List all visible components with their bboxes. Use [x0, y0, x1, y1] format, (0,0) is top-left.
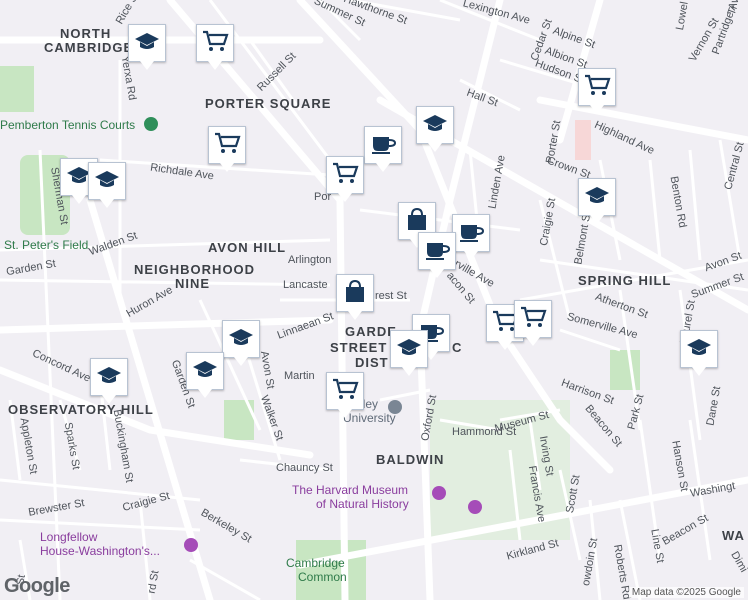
school-icon [133, 29, 161, 58]
longfellow-icon [184, 538, 198, 552]
place-harvard-museum-2[interactable]: of Natural History [316, 497, 409, 511]
university-icon [388, 400, 402, 414]
map-marker-school[interactable] [90, 358, 128, 404]
cup-icon [457, 219, 485, 248]
street-martin: Martin [284, 370, 315, 382]
map-marker-school[interactable] [186, 352, 224, 398]
school-icon [227, 325, 255, 354]
hood-observatory-hill: OBSERVATORY HILL [8, 402, 154, 417]
street-arlington: Arlington [288, 254, 332, 266]
map-marker-cart[interactable] [196, 24, 234, 70]
school-icon [95, 363, 123, 392]
map-marker-school[interactable] [680, 330, 718, 376]
cup-icon [423, 237, 451, 266]
school-icon [685, 335, 713, 364]
school-icon [421, 111, 449, 140]
place-cambridge-common-1[interactable]: Cambridge [286, 556, 345, 570]
bag-icon [341, 279, 369, 308]
place-cambridge-common-2[interactable]: Common [298, 570, 347, 584]
place-tennis-courts[interactable]: Pemberton Tennis Courts [0, 118, 135, 132]
map-canvas[interactable]: NORTH CAMBRIDGE PORTER SQUARE AVON HILL … [0, 0, 748, 600]
hood-baldwin: BALDWIN [376, 452, 445, 467]
map-marker-school[interactable] [88, 162, 126, 208]
google-logo: Google [4, 575, 70, 597]
cart-icon [201, 29, 229, 58]
map-marker-school[interactable] [416, 106, 454, 152]
street-chauncy: Chauncy St [276, 462, 333, 474]
school-icon [191, 357, 219, 386]
place-longfellow-1[interactable]: Longfellow [40, 530, 97, 544]
cart-icon [331, 161, 359, 190]
cart-icon [213, 131, 241, 160]
street-forest: rest St [375, 290, 407, 302]
map-marker-school[interactable] [222, 320, 260, 366]
hood-nine: NINE [175, 276, 211, 291]
map-attribution[interactable]: Map data ©2025 Google [628, 587, 744, 598]
map-marker-cup[interactable] [364, 126, 402, 172]
cart-icon [519, 305, 547, 334]
hood-north: NORTH [60, 26, 112, 41]
hood-spring-hill: SPRING HILL [578, 273, 672, 288]
map-marker-bag[interactable] [336, 274, 374, 320]
map-marker-cart[interactable] [208, 126, 246, 172]
place-st-peters-field[interactable]: St. Peter's Field [4, 238, 88, 252]
hood-ware: WA [722, 528, 745, 543]
map-marker-cart[interactable] [326, 156, 364, 202]
hood-avon-hill: AVON HILL [208, 240, 287, 255]
museum-icon-2 [468, 500, 482, 514]
museum-icon [432, 486, 446, 500]
street-lancaster: Lancaste [283, 279, 328, 291]
hood-garden-2: STREET [330, 340, 388, 355]
map-marker-school[interactable] [128, 24, 166, 70]
hood-porter-square: PORTER SQUARE [205, 96, 332, 111]
tennis-courts-icon [144, 117, 158, 131]
map-marker-school[interactable] [578, 178, 616, 224]
place-harvard-museum-1[interactable]: The Harvard Museum [292, 483, 408, 497]
cart-icon [583, 73, 611, 102]
school-icon [583, 183, 611, 212]
cup-icon [369, 131, 397, 160]
map-marker-cart[interactable] [578, 68, 616, 114]
hood-garden-4: C [452, 340, 463, 355]
map-marker-cup[interactable] [418, 232, 456, 278]
hood-cambridge: CAMBRIDGE [44, 40, 134, 55]
school-icon [93, 167, 121, 196]
hood-garden-3: DIST [355, 355, 389, 370]
map-marker-cup[interactable] [452, 214, 490, 260]
school-icon [395, 335, 423, 364]
map-marker-cart[interactable] [326, 372, 364, 418]
cart-icon [331, 377, 359, 406]
map-marker-school[interactable] [390, 330, 428, 376]
place-longfellow-2[interactable]: House-Washington's... [40, 544, 160, 558]
map-marker-cart[interactable] [514, 300, 552, 346]
hood-neighborhood: NEIGHBORHOOD [134, 262, 256, 277]
